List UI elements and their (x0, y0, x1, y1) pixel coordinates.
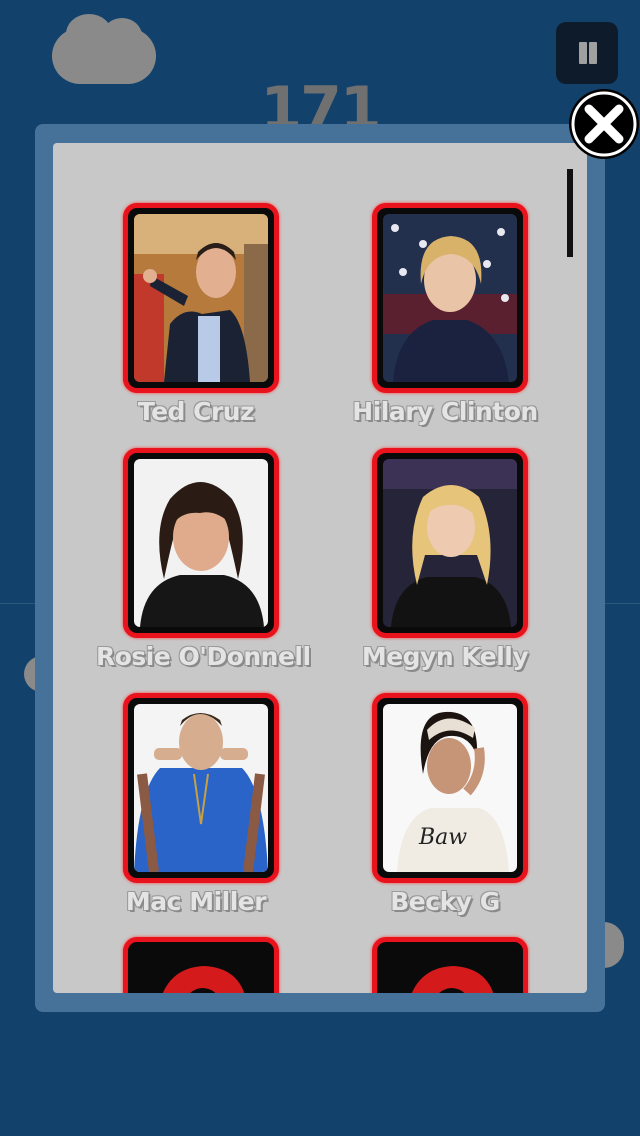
svg-text:Baw: Baw (418, 825, 467, 850)
character-card[interactable]: Megyn Kelly (362, 448, 529, 671)
character-name: Becky G (390, 887, 500, 916)
scrollbar[interactable] (567, 169, 573, 257)
locked-icon (134, 948, 268, 993)
character-name: Mac Miller (125, 887, 267, 916)
character-list[interactable]: Ted Cruz Hilary Clinton Rosie O'Donnell … (53, 143, 587, 993)
character-portrait (383, 459, 517, 627)
character-card[interactable]: Hilary Clinton (352, 203, 538, 426)
close-icon (571, 91, 637, 157)
character-card-locked[interactable] (365, 937, 528, 993)
pause-button[interactable] (556, 22, 618, 84)
locked-icon (383, 948, 517, 993)
character-portrait: Baw (383, 704, 517, 872)
character-card-locked[interactable] (116, 937, 279, 993)
character-card[interactable]: Rosie O'Donnell (96, 448, 311, 671)
cloud-decoration (52, 14, 156, 84)
close-button[interactable] (569, 89, 639, 159)
character-name: Megyn Kelly (361, 642, 529, 671)
character-portrait (134, 704, 268, 872)
character-card[interactable]: Mac Miller (116, 693, 279, 916)
character-portrait (134, 214, 268, 382)
pause-icon (579, 42, 587, 64)
character-card[interactable]: Ted Cruz (116, 203, 279, 426)
character-card[interactable]: Baw Becky G (365, 693, 528, 916)
character-name: Rosie O'Donnell (96, 642, 311, 671)
character-name: Ted Cruz (137, 397, 255, 426)
character-portrait (134, 459, 268, 627)
character-name: Hilary Clinton (352, 397, 538, 426)
character-portrait (383, 214, 517, 382)
